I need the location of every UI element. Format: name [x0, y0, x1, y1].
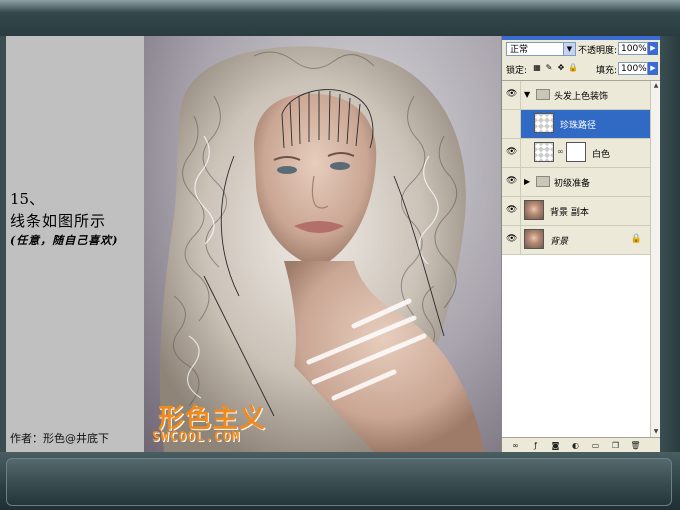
fill-label: 填充:: [596, 66, 618, 76]
layer-mask-thumbnail[interactable]: [566, 142, 586, 162]
lock-icon: 🔒: [630, 234, 642, 244]
layer-row-prep-group[interactable]: 👁 ▶ 初级准备: [502, 168, 650, 197]
layer-thumbnail: [534, 142, 554, 162]
opacity-flyout-icon[interactable]: ▶: [648, 42, 658, 55]
eye-icon[interactable]: 👁: [506, 176, 517, 186]
layer-row-hair-group[interactable]: 👁 ▼ 头发上色装饰: [502, 81, 650, 110]
layer-row-bg-copy[interactable]: 👁 背景 副本: [502, 197, 650, 226]
layer-thumbnail: [524, 200, 544, 220]
caption-panel: 15、 线条如图所示 (任意，随自己喜欢) 作者：形色@井底下: [6, 36, 145, 452]
eye-icon[interactable]: 👁: [506, 234, 517, 244]
layer-thumbnail: [534, 113, 554, 133]
folder-icon: [536, 89, 550, 100]
blend-mode-value: 正常: [510, 45, 529, 55]
adjustment-layer-icon[interactable]: ◐: [570, 440, 581, 451]
layer-row-white[interactable]: 👁 ∞ 白色: [502, 139, 650, 168]
lock-all-icon[interactable]: 🔒: [568, 63, 578, 73]
frame-top-bar: [0, 0, 680, 36]
layer-name: 头发上色装饰: [554, 92, 609, 102]
layer-thumbnail: [524, 229, 544, 249]
layer-name: 初级准备: [554, 179, 591, 189]
step-number: 15、: [10, 190, 45, 208]
new-layer-icon[interactable]: ❐: [610, 440, 621, 451]
blend-row: 正常 ▼ 不透明度: 100% ▶: [504, 42, 658, 58]
frame-bottom-bar: [0, 452, 680, 510]
add-mask-icon[interactable]: ◙: [550, 440, 561, 451]
layer-name: 珍珠路径: [560, 121, 597, 131]
eye-icon[interactable]: 👁: [506, 89, 517, 99]
opacity-input[interactable]: 100%: [618, 42, 648, 55]
eye-icon[interactable]: 👁: [506, 147, 517, 157]
blend-mode-select[interactable]: 正常 ▼: [506, 42, 576, 56]
opacity-label: 不透明度:: [578, 46, 618, 56]
layer-list: 👁 ▼ 头发上色装饰 珍珠路径 👁 ∞ 白色 👁 ▶ 初级准备 👁 背景 副本 …: [502, 81, 650, 437]
author-credit: 作者：形色@井底下: [10, 432, 109, 445]
fill-flyout-icon[interactable]: ▶: [648, 62, 658, 75]
step-instruction: 线条如图所示: [10, 212, 107, 230]
canvas-photo[interactable]: 形色主义 SWCOOL.COM: [144, 36, 501, 452]
layer-name: 背景 副本: [550, 208, 589, 218]
portrait-illustration: [159, 46, 484, 452]
layer-row-pearl-path[interactable]: 珍珠路径: [502, 110, 650, 139]
collapse-triangle-icon[interactable]: ▶: [524, 177, 530, 186]
panel-tab-strip[interactable]: [502, 36, 660, 40]
link-layers-icon[interactable]: ∞: [510, 440, 521, 451]
lock-row: 锁定: ▦ ✎ ✥ 🔒 填充: 100% ▶: [504, 62, 658, 78]
layer-name: 白色: [592, 150, 611, 160]
watermark-url: SWCOOL.COM: [152, 430, 241, 445]
lock-label: 锁定:: [506, 66, 528, 76]
layers-panel: 正常 ▼ 不透明度: 100% ▶ 锁定: ▦ ✎ ✥ 🔒 填充: 100% ▶…: [501, 36, 661, 453]
layer-name: 背景: [550, 237, 569, 247]
chevron-down-icon[interactable]: ▼: [563, 43, 575, 55]
fill-input[interactable]: 100%: [618, 62, 648, 75]
new-group-icon[interactable]: ▭: [590, 440, 601, 451]
lock-transparency-icon[interactable]: ▦: [532, 63, 542, 73]
lock-move-icon[interactable]: ✥: [556, 63, 566, 73]
layer-style-icon[interactable]: ƒ: [530, 440, 541, 451]
frame-right-edge: [660, 36, 680, 452]
link-chain-icon[interactable]: ∞: [557, 147, 564, 156]
layers-bottom-toolbar: ∞ ƒ ◙ ◐ ▭ ❐ 🗑: [502, 437, 660, 453]
folder-icon: [536, 176, 550, 187]
layer-row-background[interactable]: 👁 背景 🔒: [502, 226, 650, 255]
eye-icon[interactable]: 👁: [506, 205, 517, 215]
step-note: (任意，随自己喜欢): [10, 234, 119, 247]
trash-icon[interactable]: 🗑: [630, 440, 641, 451]
expand-triangle-icon[interactable]: ▼: [524, 90, 530, 99]
lock-brush-icon[interactable]: ✎: [544, 63, 554, 73]
